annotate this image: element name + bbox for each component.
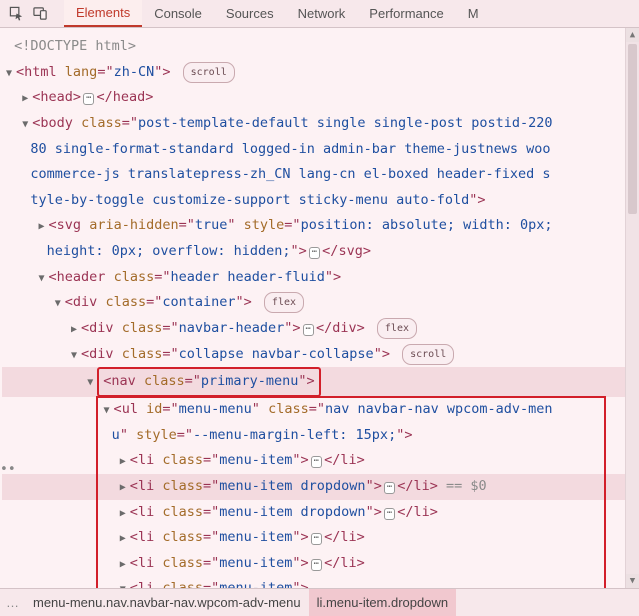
li-4[interactable]: <li class="menu-item">⋯</li> bbox=[2, 525, 635, 551]
device-toggle-icon[interactable] bbox=[31, 5, 49, 23]
ellipsis-icon[interactable]: ⋯ bbox=[384, 508, 395, 520]
scroll-up-icon[interactable]: ▲ bbox=[626, 28, 639, 42]
navbar-header-line[interactable]: <div class="navbar-header">⋯</div> flex bbox=[2, 316, 635, 342]
body-open-3[interactable]: commerce-js translatepress-zh_CN lang-cn… bbox=[2, 162, 635, 188]
scroll-badge[interactable]: scroll bbox=[402, 344, 454, 365]
breadcrumb-item-selected[interactable]: li.menu-item.dropdown bbox=[309, 589, 457, 616]
expand-arrow[interactable] bbox=[120, 576, 130, 588]
expand-arrow[interactable] bbox=[120, 500, 130, 526]
li-2-selected[interactable]: <li class="menu-item dropdown">⋯</li> ==… bbox=[2, 474, 635, 500]
devtools-toolbar: Elements Console Sources Network Perform… bbox=[0, 0, 639, 28]
expand-arrow[interactable] bbox=[71, 316, 81, 342]
breadcrumb-bar: … menu-menu.nav.navbar-nav.wpcom-adv-men… bbox=[0, 588, 639, 616]
vertical-scrollbar[interactable]: ▲ ▼ bbox=[625, 28, 639, 588]
expand-arrow[interactable] bbox=[22, 85, 32, 111]
panel-tabs: Elements Console Sources Network Perform… bbox=[64, 0, 491, 27]
expand-arrow[interactable] bbox=[120, 551, 130, 577]
ul-open-1[interactable]: <ul id="menu-menu" class="nav navbar-nav… bbox=[2, 397, 635, 423]
ul-open-2[interactable]: u" style="--menu-margin-left: 15px;"> bbox=[2, 423, 635, 449]
expand-arrow[interactable] bbox=[104, 397, 114, 423]
inspect-icon[interactable] bbox=[7, 5, 25, 23]
tab-more[interactable]: M bbox=[456, 0, 491, 27]
breadcrumb-overflow[interactable]: … bbox=[0, 595, 25, 610]
ellipsis-icon[interactable]: ⋯ bbox=[309, 247, 320, 259]
ellipsis-icon[interactable]: ⋯ bbox=[303, 324, 314, 336]
nav-open[interactable]: <nav class="primary-menu"> bbox=[2, 367, 635, 397]
expand-arrow[interactable] bbox=[39, 213, 49, 239]
ellipsis-icon[interactable]: ⋯ bbox=[384, 482, 395, 494]
ellipsis-icon[interactable]: ⋯ bbox=[311, 533, 322, 545]
head-line[interactable]: <head>⋯</head> bbox=[2, 85, 635, 111]
body-open-4[interactable]: tyle-by-toggle customize-support sticky-… bbox=[2, 188, 635, 214]
expand-arrow[interactable] bbox=[39, 265, 49, 291]
li-1[interactable]: <li class="menu-item">⋯</li> bbox=[2, 448, 635, 474]
expand-arrow[interactable] bbox=[55, 290, 65, 316]
expand-arrow[interactable] bbox=[6, 60, 16, 86]
dom-tree[interactable]: <!DOCTYPE html> <html lang="zh-CN"> scro… bbox=[0, 28, 639, 588]
expand-arrow[interactable] bbox=[22, 111, 32, 137]
expand-arrow[interactable] bbox=[87, 369, 97, 395]
scroll-thumb[interactable] bbox=[628, 44, 637, 214]
tab-performance[interactable]: Performance bbox=[357, 0, 455, 27]
highlight-box-nav: <nav class="primary-menu"> bbox=[97, 367, 320, 397]
navbar-collapse-open[interactable]: <div class="collapse navbar-collapse"> s… bbox=[2, 342, 635, 368]
expand-arrow[interactable] bbox=[120, 474, 130, 500]
eq-dollar0: == $0 bbox=[438, 478, 487, 494]
ellipsis-icon[interactable]: ⋯ bbox=[311, 456, 322, 468]
li-6-open[interactable]: <li class="menu-item"> bbox=[2, 576, 635, 588]
expand-arrow[interactable] bbox=[120, 525, 130, 551]
tab-console[interactable]: Console bbox=[142, 0, 214, 27]
tab-sources[interactable]: Sources bbox=[214, 0, 286, 27]
ellipsis-icon[interactable]: ⋯ bbox=[83, 93, 94, 105]
flex-badge[interactable]: flex bbox=[377, 318, 417, 339]
scroll-badge[interactable]: scroll bbox=[183, 62, 235, 83]
html-open[interactable]: <html lang="zh-CN"> scroll bbox=[2, 60, 635, 86]
li-3[interactable]: <li class="menu-item dropdown">⋯</li> bbox=[2, 500, 635, 526]
header-open[interactable]: <header class="header header-fluid"> bbox=[2, 265, 635, 291]
body-open-2[interactable]: 80 single-format-standard logged-in admi… bbox=[2, 137, 635, 163]
container-open[interactable]: <div class="container"> flex bbox=[2, 290, 635, 316]
scroll-down-icon[interactable]: ▼ bbox=[626, 574, 639, 588]
tab-elements[interactable]: Elements bbox=[64, 0, 142, 27]
expand-arrow[interactable] bbox=[71, 342, 81, 368]
tab-network[interactable]: Network bbox=[286, 0, 358, 27]
flex-badge[interactable]: flex bbox=[264, 292, 304, 313]
li-5[interactable]: <li class="menu-item">⋯</li> bbox=[2, 551, 635, 577]
doctype-line[interactable]: <!DOCTYPE html> bbox=[2, 34, 635, 60]
ellipsis-icon[interactable]: ⋯ bbox=[311, 559, 322, 571]
breadcrumb-item[interactable]: menu-menu.nav.navbar-nav.wpcom-adv-menu bbox=[25, 589, 309, 616]
expand-arrow[interactable] bbox=[120, 448, 130, 474]
body-open-1[interactable]: <body class="post-template-default singl… bbox=[2, 111, 635, 137]
